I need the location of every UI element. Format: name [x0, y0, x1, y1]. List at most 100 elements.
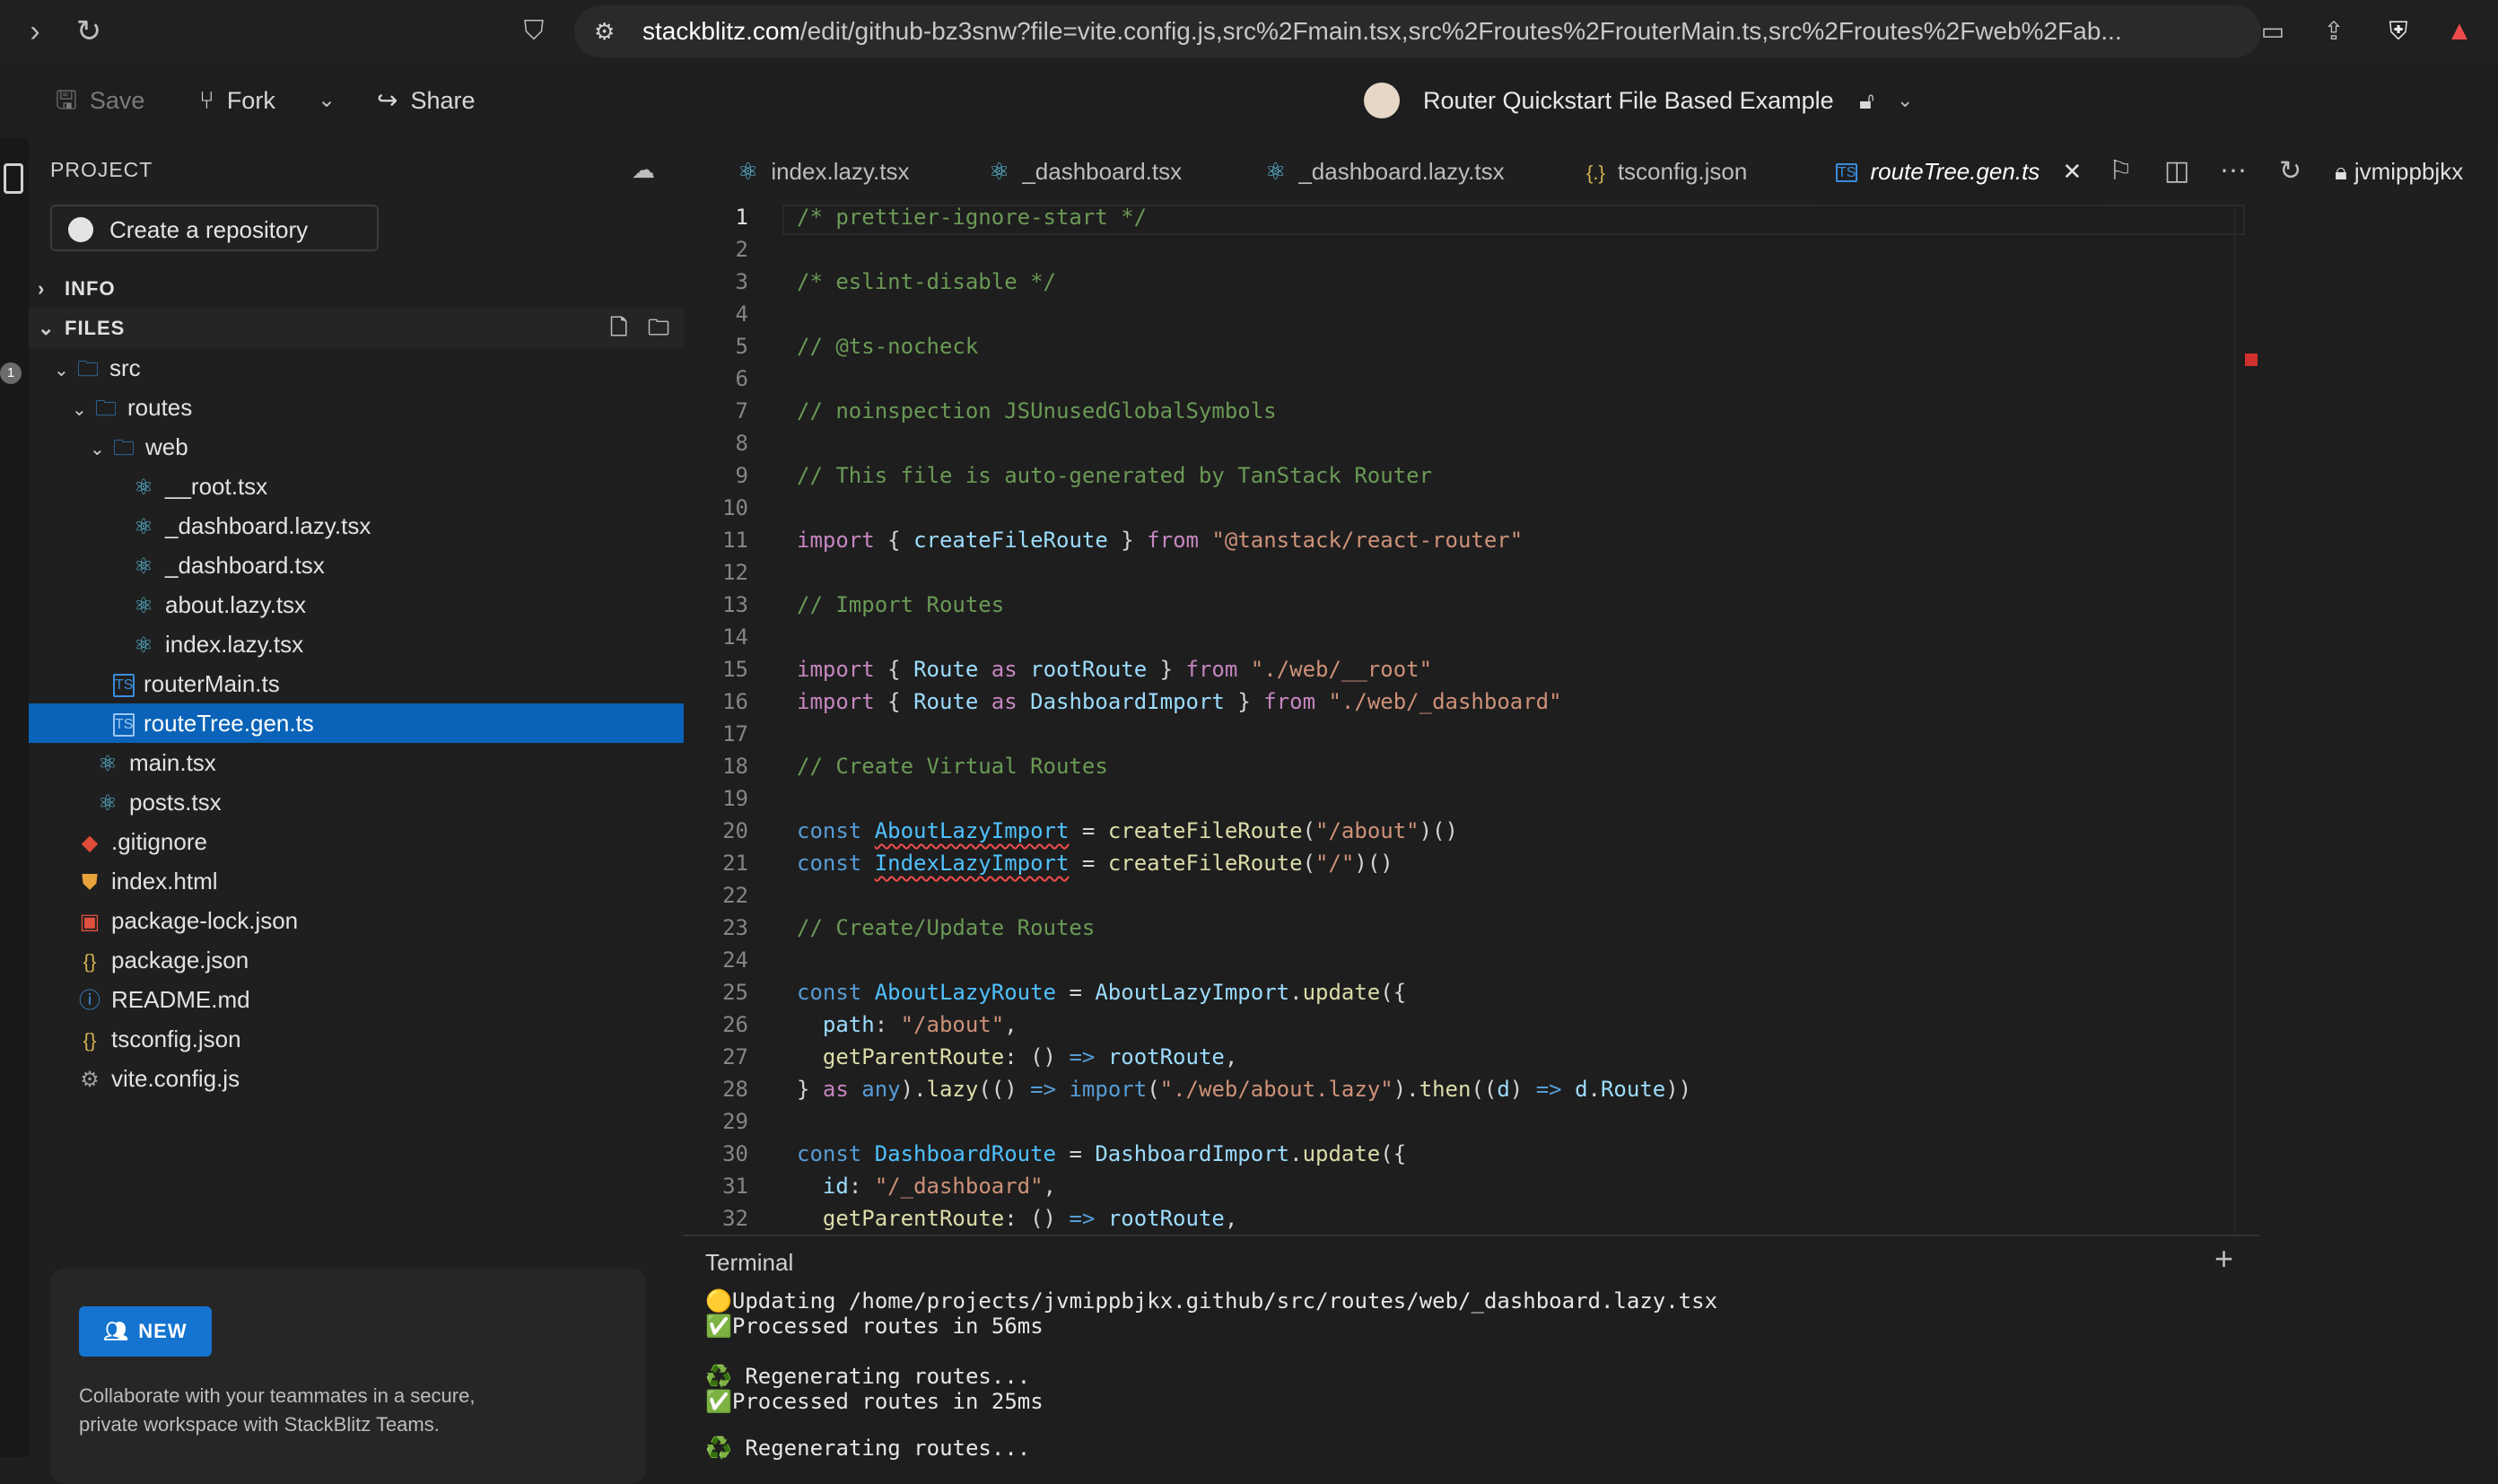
line-number: 2 — [735, 237, 748, 262]
tab-dashboard-lazy[interactable]: ⚛ _dashboard.lazy.tsx — [1265, 138, 1505, 205]
react-icon: ⚛ — [738, 158, 759, 185]
react-icon: ⚛ — [134, 476, 153, 500]
error-marker[interactable] — [2245, 354, 2258, 366]
tree-file-gitignore[interactable]: ◆ .gitignore — [29, 822, 684, 861]
tree-file-posts[interactable]: ⚛ posts.tsx — [29, 782, 684, 822]
tree-file-readme[interactable]: ⓘ README.md — [29, 980, 684, 1019]
tree-item-label: _dashboard.tsx — [165, 552, 325, 579]
typescript-icon: TS — [113, 713, 135, 738]
tree-file-dashboard-lazy[interactable]: ⚛ _dashboard.lazy.tsx — [29, 506, 684, 546]
tree-folder-web[interactable]: ⌄ 🗀 web — [29, 427, 684, 467]
project-title[interactable]: Router Quickstart File Based Example — [1423, 63, 1834, 138]
share-button[interactable]: ↪ Share — [377, 63, 476, 138]
tree-file-dashboard[interactable]: ⚛ _dashboard.tsx — [29, 546, 684, 585]
tree-item-label: routerMain.ts — [144, 670, 280, 697]
tree-file-vite-config[interactable]: ⚙ vite.config.js — [29, 1059, 684, 1098]
bookmark-icon[interactable]: ⛉ — [511, 9, 556, 54]
fork-dropdown-chevron-icon[interactable]: ⌄ — [318, 63, 336, 138]
code-line: } as any).lazy(() => import("./web/about… — [797, 1077, 1692, 1102]
tree-file-index-lazy[interactable]: ⚛ index.lazy.tsx — [29, 624, 684, 664]
visibility-chevron-down-icon[interactable]: ⌄ — [1897, 63, 1913, 138]
info-section-header[interactable]: › INFO — [29, 269, 684, 309]
teams-promo-card[interactable]: 👥︎ NEW Collaborate with your teammates in… — [50, 1269, 646, 1484]
tree-file-package-lock[interactable]: ▣ package-lock.json — [29, 901, 684, 940]
line-number: 27 — [722, 1044, 748, 1069]
forward-icon[interactable]: › — [13, 9, 57, 54]
terminal-panel[interactable]: Terminal + 🟡Updating /home/projects/jvmi… — [684, 1235, 2259, 1461]
tree-item-label: README.md — [111, 986, 250, 1013]
line-number: 22 — [722, 883, 748, 908]
git-icon: ◆ — [81, 831, 99, 855]
line-number: 29 — [722, 1109, 748, 1134]
line-number: 1 — [735, 205, 748, 230]
tree-file-tsconfig[interactable]: {} tsconfig.json — [29, 1019, 684, 1059]
address-bar[interactable]: ⚙ stackblitz.com/edit/github-bz3snw?file… — [574, 5, 2261, 57]
tree-file-main[interactable]: ⚛ main.tsx — [29, 743, 684, 782]
workspace-url[interactable]: 🔒︎ jvmippbjkx — [2335, 138, 2463, 205]
code-line: // This file is auto-generated by TanSta… — [797, 463, 1433, 488]
folder-icon: 🗀 — [113, 436, 135, 460]
html5-icon: ⛊ — [82, 870, 98, 895]
tab-tsconfig[interactable]: {.} tsconfig.json — [1586, 138, 1747, 205]
line-number: 20 — [722, 818, 748, 843]
code-line: path: "/about", — [822, 1012, 1018, 1037]
fork-button[interactable]: ⑂ Fork — [199, 63, 275, 138]
files-label: FILES — [65, 317, 126, 339]
tab-route-tree-gen[interactable]: TS routeTree.gen.ts ✕ — [1816, 138, 2102, 206]
tree-file-index-html[interactable]: ⛊ index.html — [29, 861, 684, 901]
add-terminal-icon[interactable]: + — [2214, 1240, 2233, 1278]
explorer-icon[interactable] — [4, 163, 23, 194]
editor-tab-bar: ⚛ index.lazy.tsx ⚛ _dashboard.tsx ⚛ _dashbo… — [684, 138, 2498, 206]
tree-file-route-tree-gen[interactable]: TS routeTree.gen.ts — [29, 703, 684, 743]
tab-dashboard[interactable]: ⚛ _dashboard.tsx — [989, 138, 1182, 205]
chevron-right-icon: › — [38, 277, 46, 300]
download-cloud-icon[interactable]: ☁ — [632, 156, 655, 184]
save-button[interactable]: 🖫 Save — [56, 63, 144, 138]
react-icon: ⚛ — [134, 594, 153, 618]
more-actions-icon[interactable]: ⋯ — [2220, 138, 2247, 205]
tab-index-lazy[interactable]: ⚛ index.lazy.tsx — [738, 138, 909, 205]
tree-file-router-main[interactable]: TS routerMain.ts — [29, 664, 684, 703]
team-icon: 👥︎ — [103, 1320, 130, 1342]
tree-file-about-lazy[interactable]: ⚛ about.lazy.tsx — [29, 585, 684, 624]
tree-file-package-json[interactable]: {} package.json — [29, 940, 684, 980]
code-line: import { Route as rootRoute } from "./we… — [797, 657, 1433, 682]
save-label: Save — [89, 87, 145, 114]
code-line: import { Route as DashboardImport } from… — [797, 689, 1562, 714]
code-editor[interactable]: 1 2 3 4 5 6 7 8 9 10 11 12 13 14 15 16 1… — [684, 205, 2259, 1235]
new-folder-icon[interactable]: 🗀 — [648, 309, 670, 348]
cast-icon[interactable]: ▭ — [2250, 9, 2295, 54]
share-page-icon[interactable]: ⇪ — [2311, 9, 2356, 54]
url-text[interactable]: stackblitz.com/edit/github-bz3snw?file=v… — [642, 5, 2249, 57]
json-icon: {.} — [1586, 161, 1605, 184]
close-tab-icon[interactable]: ✕ — [2063, 158, 2083, 185]
line-number: 5 — [735, 334, 748, 359]
avatar[interactable] — [1364, 83, 1400, 118]
notification-count-icon[interactable]: 1 — [0, 362, 22, 384]
brave-shield-icon[interactable]: ⛨ — [2376, 9, 2421, 54]
lock-icon[interactable]: 🔓︎ — [1859, 63, 1874, 138]
line-number: 12 — [722, 560, 748, 585]
files-section-header[interactable]: ⌄ FILES 🗋 🗀 — [29, 309, 684, 348]
line-number: 13 — [722, 592, 748, 617]
refresh-preview-icon[interactable]: ↻ — [2279, 138, 2301, 205]
tree-item-label: .gitignore — [111, 828, 207, 855]
reload-icon[interactable]: ↻ — [66, 9, 111, 54]
new-file-icon[interactable]: 🗋 — [610, 309, 628, 348]
brave-rewards-icon[interactable]: ▲ — [2437, 9, 2482, 54]
line-number: 14 — [722, 624, 748, 650]
app-header: 🖫 Save ⑂ Fork ⌄ ↪ Share Router Quickstart F… — [0, 63, 2498, 139]
tree-folder-src[interactable]: ⌄ 🗀 src — [29, 348, 684, 388]
site-settings-icon[interactable]: ⚙ — [594, 5, 615, 57]
react-icon: ⚛ — [134, 515, 153, 539]
tree-file-root[interactable]: ⚛ __root.tsx — [29, 467, 684, 506]
tree-item-label: index.html — [111, 868, 218, 895]
tree-item-label: web — [145, 433, 188, 460]
tree-folder-routes[interactable]: ⌄ 🗀 routes — [29, 388, 684, 427]
preview-icon[interactable]: ⚐ — [2109, 138, 2133, 205]
create-repository-button[interactable]: Create a repository — [50, 205, 379, 251]
fork-label: Fork — [226, 87, 275, 114]
chevron-down-icon: ⌄ — [54, 361, 69, 380]
gear-icon: ⚙ — [80, 1068, 100, 1092]
split-editor-icon[interactable]: ◫ — [2164, 138, 2189, 205]
